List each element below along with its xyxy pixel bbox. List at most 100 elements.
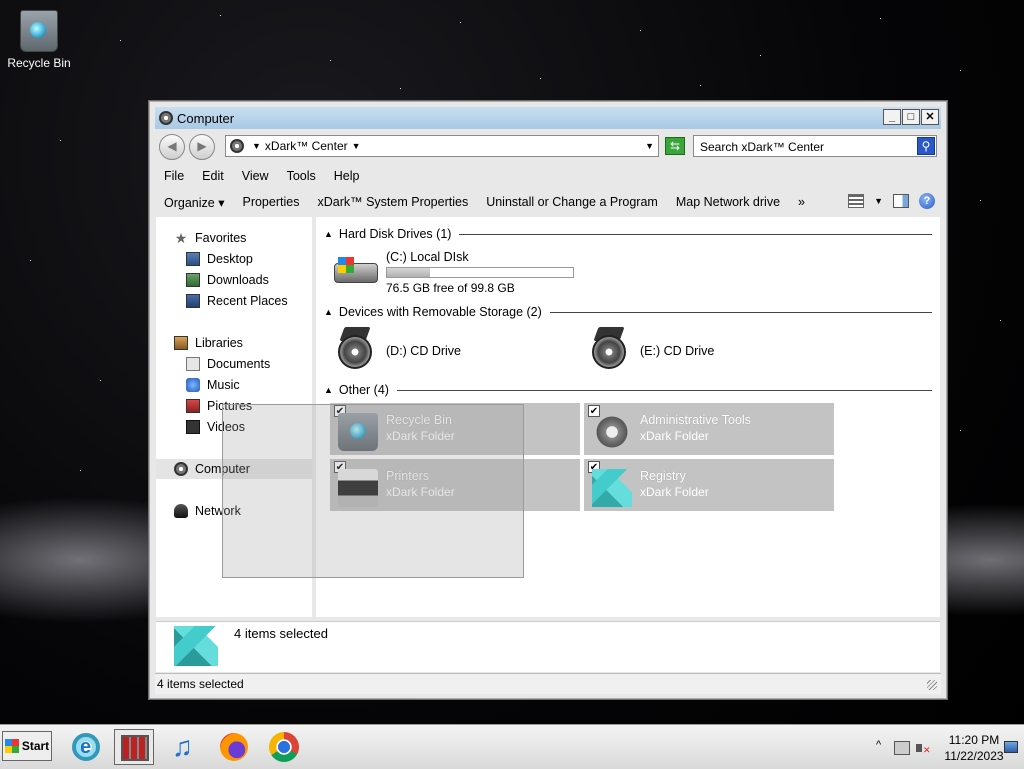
- taskbar-firefox[interactable]: [214, 729, 254, 765]
- start-button[interactable]: Start: [2, 731, 52, 761]
- title-bar[interactable]: Computer _ □ ✕: [155, 107, 941, 129]
- start-label: Start: [21, 739, 50, 753]
- collapse-group-icon[interactable]: ▲: [324, 307, 333, 317]
- refresh-button[interactable]: ⇆: [665, 137, 685, 155]
- status-bar: 4 items selected: [155, 673, 941, 694]
- menu-tools[interactable]: Tools: [278, 169, 325, 183]
- drive-d[interactable]: (D:) CD Drive: [332, 325, 572, 375]
- collapse-group-icon[interactable]: ▲: [324, 229, 333, 239]
- windows-logo-icon: [4, 739, 19, 753]
- item-type: xDark Folder: [640, 485, 709, 499]
- address-history-dropdown-icon[interactable]: ▼: [645, 141, 654, 151]
- drive-c-usage-fill: [387, 268, 431, 277]
- drive-c[interactable]: (C:) Local DIsk 76.5 GB free of 99.8 GB: [332, 249, 582, 299]
- maximize-button[interactable]: □: [902, 109, 920, 125]
- clock-time[interactable]: 11:20 PM: [938, 733, 1010, 747]
- network-status-icon[interactable]: [894, 741, 910, 755]
- desktop-icon: [186, 252, 200, 266]
- nav-libraries[interactable]: Libraries: [174, 336, 243, 350]
- drive-e-name: (E:) CD Drive: [640, 344, 715, 358]
- breadcrumb-dropdown-icon[interactable]: ▼: [252, 141, 261, 151]
- taskbar-file-explorer[interactable]: [114, 729, 154, 765]
- group-hard-disk-drives[interactable]: ▲ Hard Disk Drives (1): [324, 227, 932, 241]
- drag-selection-rectangle: [222, 404, 524, 578]
- nav-favorites[interactable]: ★ Favorites: [174, 231, 247, 245]
- nav-music[interactable]: Music: [186, 378, 240, 392]
- nav-desktop-label: Desktop: [207, 252, 253, 266]
- music-note-icon: ♫: [172, 731, 193, 762]
- search-input[interactable]: Search xDark™ Center: [693, 135, 937, 157]
- drive-d-name: (D:) CD Drive: [386, 344, 461, 358]
- drive-e[interactable]: (E:) CD Drive: [586, 325, 826, 375]
- uninstall-program-button[interactable]: Uninstall or Change a Program: [477, 195, 667, 209]
- location-icon: [230, 139, 244, 153]
- item-registry[interactable]: ✔ Registry xDark Folder: [584, 459, 834, 511]
- back-button[interactable]: ◀: [159, 134, 185, 160]
- explorer-window: Computer _ □ ✕ ◀ ▶ ▼ xDark™ Center ▼ ▼ ⇆…: [148, 100, 948, 700]
- clock-date[interactable]: 11/22/2023: [938, 749, 1010, 763]
- group-divider: [549, 311, 932, 313]
- resize-grip-icon[interactable]: [927, 680, 937, 690]
- group-removable-storage[interactable]: ▲ Devices with Removable Storage (2): [324, 305, 932, 319]
- windows-logo-icon: [338, 257, 354, 273]
- search-icon[interactable]: ⚲: [917, 137, 935, 155]
- taskbar: Start ♫ ^ 11:20 PM 11/22/2023: [0, 724, 1024, 769]
- cd-drive-icon: [332, 327, 378, 373]
- cd-drive-icon: [586, 327, 632, 373]
- videos-icon: [186, 420, 200, 434]
- nav-favorites-label: Favorites: [195, 231, 247, 245]
- menu-edit[interactable]: Edit: [193, 169, 233, 183]
- chevron-down-icon[interactable]: ▼: [352, 141, 361, 151]
- minimize-button[interactable]: _: [883, 109, 901, 125]
- view-options-dropdown-icon[interactable]: ▼: [874, 196, 883, 206]
- show-hidden-icons-icon[interactable]: ^: [876, 739, 881, 751]
- system-tray: ^ 11:20 PM 11/22/2023: [872, 729, 1022, 765]
- show-desktop-button[interactable]: [1004, 741, 1018, 753]
- taskbar-music-player[interactable]: ♫: [162, 729, 202, 765]
- group-header-label: Hard Disk Drives (1): [338, 227, 452, 241]
- menu-view[interactable]: View: [233, 169, 278, 183]
- item-administrative-tools[interactable]: ✔ Administrative Tools xDark Folder: [584, 403, 834, 455]
- item-name: Administrative Tools: [640, 413, 751, 427]
- organize-button[interactable]: Organize ▾: [155, 195, 233, 210]
- documents-icon: [186, 357, 200, 371]
- menu-file[interactable]: File: [155, 169, 193, 183]
- nav-documents[interactable]: Documents: [186, 357, 270, 371]
- volume-muted-icon[interactable]: [916, 741, 931, 756]
- nav-downloads[interactable]: Downloads: [186, 273, 269, 287]
- collapse-group-icon[interactable]: ▲: [324, 385, 333, 395]
- computer-icon: [159, 111, 173, 125]
- computer-icon: [174, 462, 188, 476]
- forward-button[interactable]: ▶: [189, 134, 215, 160]
- drive-c-name: (C:) Local DIsk: [386, 250, 469, 264]
- help-icon[interactable]: ?: [919, 193, 935, 209]
- group-divider: [396, 389, 932, 391]
- more-commands-button[interactable]: »: [789, 195, 814, 209]
- pictures-icon: [186, 399, 200, 413]
- group-divider: [459, 233, 932, 235]
- close-button[interactable]: ✕: [921, 109, 939, 125]
- map-network-drive-button[interactable]: Map Network drive: [667, 195, 789, 209]
- preview-pane-icon[interactable]: [893, 194, 909, 208]
- nav-music-label: Music: [207, 378, 240, 392]
- change-view-icon[interactable]: [848, 194, 865, 208]
- nav-desktop[interactable]: Desktop: [186, 252, 253, 266]
- properties-button[interactable]: Properties: [233, 195, 308, 209]
- breadcrumb-location[interactable]: xDark™ Center: [265, 139, 348, 153]
- taskbar-chrome[interactable]: [264, 729, 304, 765]
- music-icon: [186, 378, 200, 392]
- command-bar: Organize ▾ Properties xDark™ System Prop…: [155, 189, 941, 215]
- libraries-icon: [174, 336, 188, 350]
- drive-c-free-space: 76.5 GB free of 99.8 GB: [386, 281, 515, 295]
- nav-recent-places[interactable]: Recent Places: [186, 294, 288, 308]
- system-properties-button[interactable]: xDark™ System Properties: [308, 195, 477, 209]
- nav-downloads-label: Downloads: [207, 273, 269, 287]
- network-icon: [174, 504, 188, 518]
- desktop-recycle-bin[interactable]: Recycle Bin: [4, 10, 74, 70]
- registry-icon: [174, 626, 218, 666]
- group-other[interactable]: ▲ Other (4): [324, 383, 932, 397]
- address-bar[interactable]: ▼ xDark™ Center ▼ ▼: [225, 135, 659, 157]
- menu-help[interactable]: Help: [325, 169, 369, 183]
- taskbar-internet-explorer[interactable]: [66, 729, 106, 765]
- menu-bar: File Edit View Tools Help: [155, 165, 941, 187]
